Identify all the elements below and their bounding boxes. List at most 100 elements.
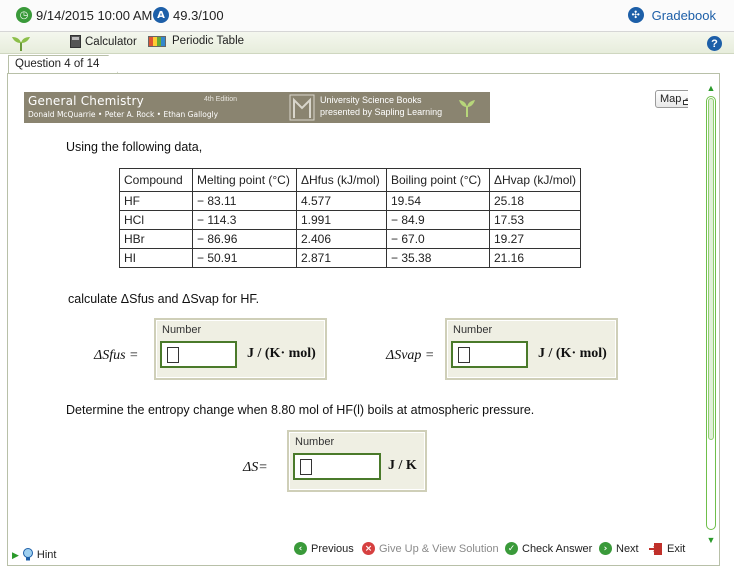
s-vap-unit: J / (K· mol) xyxy=(538,346,607,361)
score-display: A 49.3/100 xyxy=(153,7,224,23)
s-vap-label: ΔSvap = xyxy=(386,348,435,363)
table-cell: 2.871 xyxy=(296,248,387,268)
table-cell: 19.27 xyxy=(488,229,582,249)
score-icon: A xyxy=(153,7,169,23)
banner-edition: 4th Edition xyxy=(204,96,238,103)
s-fus-answer-box: Number J / (K· mol) xyxy=(154,318,327,380)
s-input[interactable] xyxy=(293,453,381,480)
clock-icon: ◷ xyxy=(16,7,32,23)
table-cell: 25.18 xyxy=(488,191,582,211)
table-cell: − 67.0 xyxy=(386,229,490,249)
periodic-table-button[interactable]: Periodic Table xyxy=(148,35,244,47)
table-cell: HI xyxy=(119,248,193,268)
data-table: Compound Melting point (°C) ΔHfus (kJ/mo… xyxy=(119,168,582,268)
check-answer-label: Check Answer xyxy=(522,542,593,555)
scroll-up-arrow-icon[interactable]: ▲ xyxy=(705,82,717,94)
header-dh-fus: ΔHfus (kJ/mol) xyxy=(296,168,387,192)
table-row: HF − 83.11 4.577 19.54 25.18 xyxy=(119,191,582,211)
table-cell: HF xyxy=(119,191,193,211)
question-intro: Using the following data, xyxy=(66,140,203,154)
table-cell: − 83.11 xyxy=(192,191,297,211)
table-cell: 1.991 xyxy=(296,210,387,230)
s-unit: J / K xyxy=(388,458,417,473)
s-label: ΔS= xyxy=(243,460,268,475)
table-cell: − 35.38 xyxy=(386,248,490,268)
datetime-display: ◷ 9/14/2015 10:00 AM xyxy=(16,7,152,23)
map-button[interactable]: Map xyxy=(655,90,688,108)
next-arrow-icon: › xyxy=(599,542,612,555)
vertical-scrollbar[interactable]: ▲ ▼ xyxy=(705,82,717,546)
input-cursor xyxy=(458,347,470,363)
s-vap-input[interactable] xyxy=(451,341,528,368)
calculator-icon xyxy=(70,35,81,48)
header-boiling-point: Boiling point (°C) xyxy=(386,168,490,192)
check-icon: ✓ xyxy=(505,542,518,555)
gradebook-link[interactable]: ✣ Gradebook xyxy=(627,7,716,23)
table-cell: 19.54 xyxy=(386,191,490,211)
footer-nav: ‹ Previous × Give Up & View Solution ✓ C… xyxy=(0,538,700,562)
input-cursor xyxy=(167,347,179,363)
header-melting-point: Melting point (°C) xyxy=(192,168,297,192)
scroll-thumb[interactable] xyxy=(708,98,714,440)
give-up-button[interactable]: × Give Up & View Solution xyxy=(362,542,499,555)
s-fus-unit: J / (K· mol) xyxy=(247,346,316,361)
table-row: HI − 50.91 2.871 − 35.38 21.16 xyxy=(119,248,582,268)
question-content: General Chemistry 4th Edition Donald McQ… xyxy=(16,80,688,538)
exit-label: Exit xyxy=(667,543,686,555)
number-label: Number xyxy=(162,324,202,336)
s-fus-label: ΔSfus = xyxy=(94,348,139,363)
map-icon xyxy=(683,98,688,105)
calculator-label: Calculator xyxy=(85,35,137,48)
periodic-table-label: Periodic Table xyxy=(172,35,245,47)
give-up-label: Give Up & View Solution xyxy=(379,542,499,555)
table-cell: − 50.91 xyxy=(192,248,297,268)
gradebook-label: Gradebook xyxy=(651,7,716,23)
table-cell: HCl xyxy=(119,210,193,230)
table-cell: 17.53 xyxy=(488,210,582,230)
table-cell: − 114.3 xyxy=(192,210,297,230)
next-label: Next xyxy=(616,542,639,555)
table-row: HCl − 114.3 1.991 − 84.9 17.53 xyxy=(119,210,582,230)
calculator-button[interactable]: Calculator xyxy=(70,35,137,48)
give-up-x-icon: × xyxy=(362,542,375,555)
header-dh-vap: ΔHvap (kJ/mol) xyxy=(488,168,582,192)
table-cell: 2.406 xyxy=(296,229,387,249)
exit-door-icon xyxy=(649,543,662,555)
question-prompt-2: Determine the entropy change when 8.80 m… xyxy=(66,403,535,417)
banner-title: General Chemistry xyxy=(28,94,144,108)
banner-authors: Donald McQuarrie • Peter A. Rock • Ethan… xyxy=(28,110,219,119)
sprout-icon xyxy=(459,100,475,117)
publisher-line-2: presented by Sapling Learning xyxy=(320,107,443,117)
top-status-bar: ◷ 9/14/2015 10:00 AM A 49.3/100 ✣ Gradeb… xyxy=(0,0,734,32)
exit-button[interactable]: Exit xyxy=(648,542,685,556)
toolbar: Calculator Periodic Table xyxy=(0,32,734,54)
sapling-logo-icon xyxy=(12,37,30,51)
publisher-logo-icon xyxy=(289,94,315,121)
scroll-down-arrow-icon[interactable]: ▼ xyxy=(705,534,717,546)
check-answer-button[interactable]: ✓ Check Answer xyxy=(505,542,592,555)
table-header-row: Compound Melting point (°C) ΔHfus (kJ/mo… xyxy=(119,168,582,192)
score-text: 49.3/100 xyxy=(173,7,224,23)
s-answer-box: Number J / K xyxy=(287,430,427,492)
next-button[interactable]: › Next xyxy=(599,542,639,555)
question-panel: General Chemistry 4th Edition Donald McQ… xyxy=(7,73,720,566)
table-cell: − 84.9 xyxy=(386,210,490,230)
question-prompt-1: calculate ΔSfus and ΔSvap for HF. xyxy=(68,292,260,306)
s-vap-answer-box: Number J / (K· mol) xyxy=(445,318,618,380)
input-cursor xyxy=(300,459,312,475)
scroll-track[interactable] xyxy=(706,96,716,530)
table-cell: 4.577 xyxy=(296,191,387,211)
publisher-line-1: University Science Books xyxy=(320,95,422,105)
map-label: Map xyxy=(660,93,682,105)
gradebook-icon: ✣ xyxy=(627,7,644,23)
help-icon[interactable]: ? xyxy=(707,36,722,51)
previous-arrow-icon: ‹ xyxy=(294,542,307,555)
tab-question[interactable]: Question 4 of 14 xyxy=(8,55,118,74)
periodic-table-icon xyxy=(148,35,166,47)
number-label: Number xyxy=(295,436,335,448)
s-fus-input[interactable] xyxy=(160,341,237,368)
table-cell: HBr xyxy=(119,229,193,249)
table-cell: − 86.96 xyxy=(192,229,297,249)
previous-button[interactable]: ‹ Previous xyxy=(294,542,354,555)
textbook-banner: General Chemistry 4th Edition Donald McQ… xyxy=(24,92,490,123)
